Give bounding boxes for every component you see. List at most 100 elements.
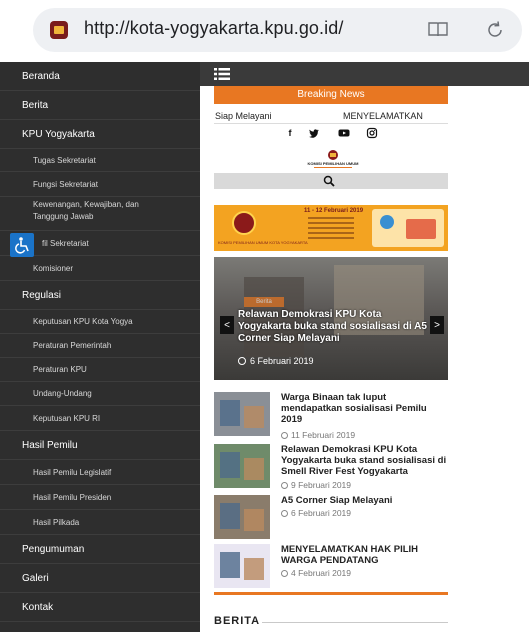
hamburger-menu-icon[interactable] <box>214 68 230 80</box>
kpu-favicon-icon <box>50 21 68 39</box>
news-title[interactable]: A5 Corner Siap Melayani <box>281 495 448 506</box>
sidebar-item-label: KPU Yogyakarta <box>22 128 95 140</box>
slider-category-badge[interactable]: Berita <box>244 297 284 307</box>
divider <box>0 621 200 622</box>
ticker-label[interactable]: Siap Melayani <box>215 111 272 121</box>
sidebar-item-label: Galeri <box>22 572 49 584</box>
facebook-icon[interactable]: f <box>284 127 296 139</box>
accessibility-icon[interactable] <box>10 233 34 257</box>
news-thumbnail[interactable] <box>214 444 270 488</box>
sidebar-item-berita[interactable]: Berita <box>0 91 200 119</box>
featured-slider[interactable]: Berita Relawan Demokrasi KPU Kota Yogyak… <box>214 257 448 380</box>
news-item[interactable]: Relawan Demokrasi KPU Kota Yogyakarta bu… <box>214 444 448 494</box>
news-item[interactable]: Warga Binaan tak luput mendapatkan sosia… <box>214 392 448 442</box>
page: http://kota-yogyakarta.kpu.go.id/ Berand… <box>0 0 529 632</box>
banner-illustration <box>372 209 444 247</box>
book-icon[interactable] <box>428 21 448 37</box>
sidebar-item-label: Beranda <box>22 70 60 82</box>
slider-next-button[interactable]: > <box>430 316 444 334</box>
sidebar-item-label: Peraturan KPU <box>33 365 87 374</box>
sidebar-item-label: fil Sekretariat <box>42 238 89 248</box>
sidebar-item-undang-undang[interactable]: Undang-Undang <box>0 382 200 405</box>
news-title[interactable]: Warga Binaan tak luput mendapatkan sosia… <box>281 392 448 425</box>
reload-icon[interactable] <box>485 20 505 40</box>
clock-icon <box>238 357 246 365</box>
sidebar-item-label: Undang-Undang <box>33 389 92 398</box>
breaking-news-label: Breaking News <box>214 86 448 104</box>
sidebar-item-keputusan-kpu-kota[interactable]: Keputusan KPU Kota Yogya <box>0 310 200 333</box>
section-heading: BERITA <box>214 615 261 627</box>
sidebar-item-label: Keputusan KPU RI <box>33 413 101 423</box>
news-thumbnail[interactable] <box>214 544 270 588</box>
sidebar-item-label: Hasil Pemilu <box>22 439 78 451</box>
clock-icon <box>281 432 288 439</box>
divider <box>0 196 200 197</box>
sidebar-item-label: Keputusan KPU Kota Yogya <box>33 317 133 326</box>
slider-prev-button[interactable]: < <box>220 316 234 334</box>
divider <box>214 123 448 124</box>
sidebar-item-label: Hasil Pilkada <box>33 517 80 527</box>
promo-banner[interactable]: KOMISI PEMILIHAN UMUM KOTA YOGYAKARTA 11… <box>214 205 448 251</box>
news-date: 4 Februari 2019 <box>281 568 351 578</box>
section-divider <box>214 592 448 595</box>
news-title[interactable]: MENYELAMATKAN HAK PILIH WARGA PENDATANG <box>281 544 448 566</box>
news-title[interactable]: Relawan Demokrasi KPU Kota Yogyakarta bu… <box>281 444 448 477</box>
news-thumbnail[interactable] <box>214 495 270 539</box>
sidebar-item-galeri[interactable]: Galeri <box>0 564 200 592</box>
sidebar-item-kpu-yogyakarta[interactable]: KPU Yogyakarta <box>0 120 200 148</box>
news-date: 11 Februari 2019 <box>281 430 355 440</box>
logo-text: KOMISI PEMILIHAN UMUM <box>308 161 360 166</box>
slider-date: 6 Februari 2019 <box>238 356 314 366</box>
sidebar-item-kewenangan[interactable]: Kewenangan, Kewajiban, dan Tanggung Jawa… <box>0 199 170 231</box>
news-date: 9 Februari 2019 <box>281 480 351 490</box>
sidebar-item-hasil-pilkada[interactable]: Hasil Pilkada <box>0 510 200 534</box>
news-thumbnail[interactable] <box>214 392 270 436</box>
youtube-icon[interactable] <box>338 127 350 139</box>
sidebar-nav: Beranda Berita KPU Yogyakarta Tugas Sekr… <box>0 62 200 632</box>
banner-title: 11 - 12 Februari 2019 <box>304 208 364 214</box>
sidebar-item-keputusan-kpu-ri[interactable]: Keputusan KPU RI <box>0 406 200 430</box>
news-item[interactable]: A5 Corner Siap Melayani 6 Februari 2019 <box>214 495 448 545</box>
sidebar-item-label: Komisioner <box>33 263 74 273</box>
heading-rule <box>262 622 448 623</box>
top-navbar <box>200 62 529 86</box>
instagram-icon[interactable] <box>366 127 378 139</box>
slider-date-text: 6 Februari 2019 <box>250 356 314 366</box>
slider-title[interactable]: Relawan Demokrasi KPU Kota Yogyakarta bu… <box>238 309 433 345</box>
sidebar-item-hasil-pemilu-legislatif[interactable]: Hasil Pemilu Legislatif <box>0 460 200 484</box>
sidebar-item-label: Pengumuman <box>22 543 85 555</box>
twitter-icon[interactable] <box>308 127 320 139</box>
sidebar-item-label: Regulasi <box>22 289 61 301</box>
sidebar-item-regulasi[interactable]: Regulasi <box>0 281 200 309</box>
news-date-text: 9 Februari 2019 <box>291 480 352 490</box>
sidebar-item-beranda[interactable]: Beranda <box>0 62 200 90</box>
sidebar-item-tugas-sekretariat[interactable]: Tugas Sekretariat <box>0 149 200 171</box>
news-item[interactable]: MENYELAMATKAN HAK PILIH WARGA PENDATANG … <box>214 544 448 594</box>
ticker-text[interactable]: MENYELAMATKAN <box>343 111 447 121</box>
url-text[interactable]: http://kota-yogyakarta.kpu.go.id/ <box>84 18 343 39</box>
kpu-seal-icon <box>232 211 256 235</box>
sidebar-item-label: Kontak <box>22 601 54 613</box>
sidebar-item-peraturan-pemerintah[interactable]: Peraturan Pemerintah <box>0 334 200 357</box>
sidebar-item-hasil-pemilu-presiden[interactable]: Hasil Pemilu Presiden <box>0 485 200 509</box>
sidebar-item-label: Peraturan Pemerintah <box>33 341 112 350</box>
sidebar-item-komisioner[interactable]: Komisioner <box>0 256 200 280</box>
sidebar-item-hasil-pemilu[interactable]: Hasil Pemilu <box>0 431 200 459</box>
sidebar-item-pengumuman[interactable]: Pengumuman <box>0 535 200 563</box>
clock-icon <box>281 482 288 489</box>
sidebar-item-peraturan-kpu[interactable]: Peraturan KPU <box>0 358 200 381</box>
sidebar-item-label: Kewenangan, Kewajiban, dan Tanggung Jawa… <box>33 200 139 221</box>
news-date-text: 4 Februari 2019 <box>291 568 352 578</box>
search-icon[interactable] <box>323 175 335 187</box>
banner-org-text: KOMISI PEMILIHAN UMUM KOTA YOGYAKARTA <box>218 240 308 245</box>
banner-text-lines <box>308 217 354 247</box>
sidebar-item-label: Berita <box>22 99 49 111</box>
news-date-text: 6 Februari 2019 <box>291 508 352 518</box>
browser-toolbar: http://kota-yogyakarta.kpu.go.id/ <box>0 0 529 60</box>
sidebar-item-fungsi-sekretariat[interactable]: Fungsi Sekretariat <box>0 172 200 196</box>
sidebar-item-label: Fungsi Sekretariat <box>33 179 98 189</box>
sidebar-item-label: Hasil Pemilu Legislatif <box>33 467 112 477</box>
sidebar-item-label: Hasil Pemilu Presiden <box>33 492 112 502</box>
sidebar-item-kontak[interactable]: Kontak <box>0 593 200 621</box>
kpu-logo[interactable]: KOMISI PEMILIHAN UMUM <box>296 149 370 171</box>
